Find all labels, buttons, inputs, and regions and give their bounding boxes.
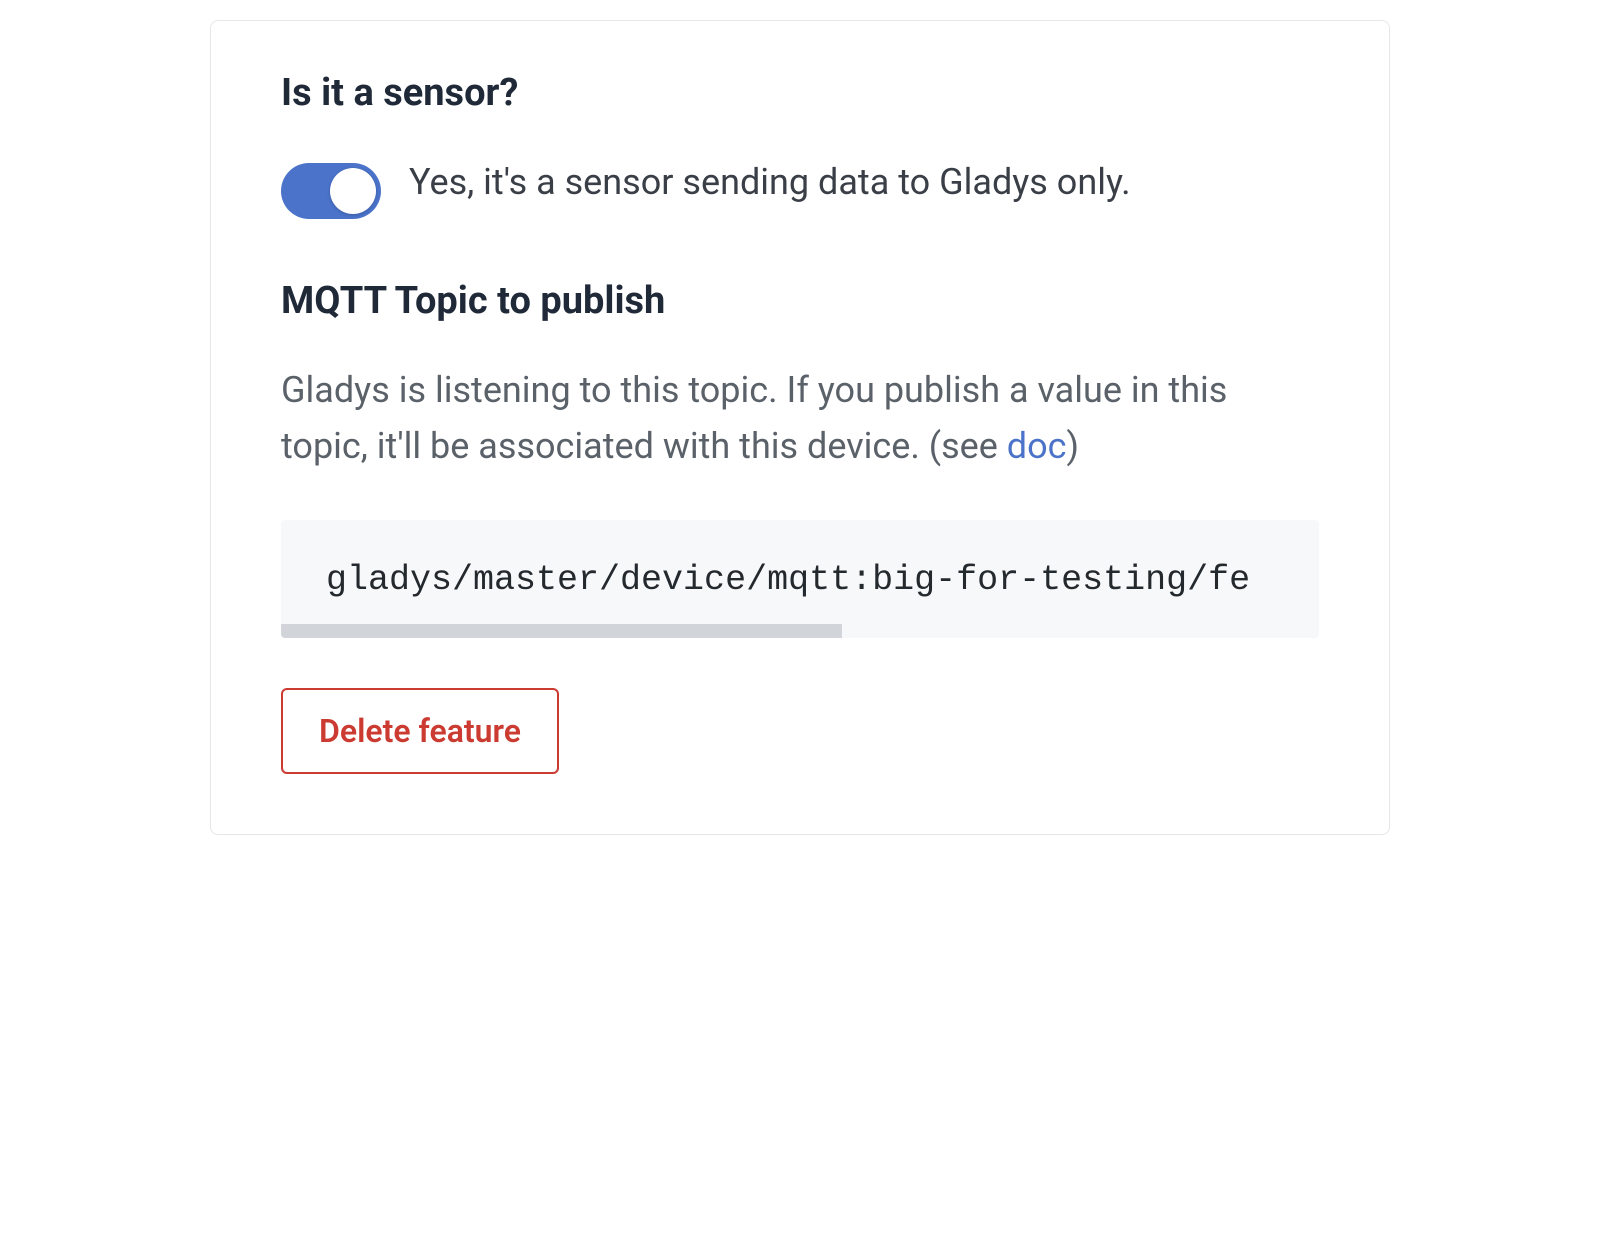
mqtt-description-pre: Gladys is listening to this topic. If yo… <box>281 369 1227 467</box>
mqtt-topic-container: gladys/master/device/mqtt:big-for-testin… <box>281 520 1319 638</box>
doc-link[interactable]: doc <box>1007 425 1067 467</box>
toggle-knob-icon <box>330 168 376 214</box>
delete-feature-button[interactable]: Delete feature <box>281 688 559 774</box>
scrollbar-track[interactable] <box>281 624 1319 638</box>
feature-config-card: Is it a sensor? Yes, it's a sensor sendi… <box>210 20 1390 835</box>
sensor-toggle[interactable] <box>281 163 381 219</box>
sensor-heading: Is it a sensor? <box>281 71 1319 115</box>
mqtt-description-post: ) <box>1066 425 1079 467</box>
mqtt-topic-value[interactable]: gladys/master/device/mqtt:big-for-testin… <box>281 520 1319 624</box>
mqtt-heading: MQTT Topic to publish <box>281 279 1319 323</box>
sensor-toggle-row: Yes, it's a sensor sending data to Glady… <box>281 155 1319 219</box>
sensor-toggle-label: Yes, it's a sensor sending data to Glady… <box>409 155 1131 211</box>
scrollbar-thumb-icon[interactable] <box>281 624 842 638</box>
mqtt-description: Gladys is listening to this topic. If yo… <box>281 363 1319 475</box>
